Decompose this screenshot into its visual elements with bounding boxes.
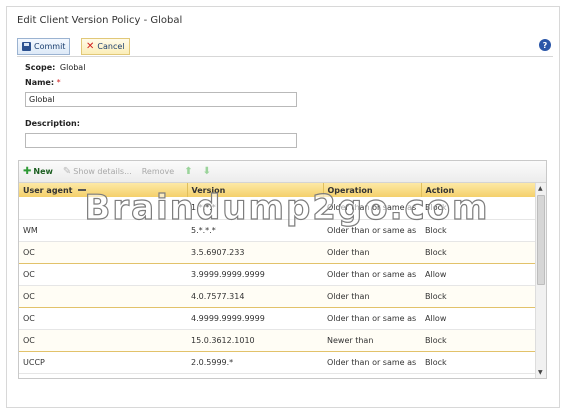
commit-button[interactable]: Commit bbox=[17, 38, 71, 55]
cell-user-agent: OC bbox=[19, 284, 187, 308]
cell-operation: Older than or same as bbox=[323, 197, 421, 220]
commit-label: Commit bbox=[34, 42, 66, 51]
cell-operation: Older than or same as bbox=[323, 351, 421, 374]
remove-button[interactable]: Remove bbox=[142, 167, 174, 176]
pencil-icon: ✎ bbox=[62, 166, 72, 177]
column-header-action[interactable]: Action bbox=[421, 183, 537, 197]
sort-icon bbox=[78, 189, 87, 191]
table-row[interactable]: OC 3.5.6907.233 Older than Block bbox=[19, 240, 536, 264]
cell-action: Block bbox=[421, 197, 536, 220]
scope-label: Scope: bbox=[25, 63, 56, 72]
scroll-up-arrow-icon[interactable]: ▲ bbox=[538, 185, 543, 192]
table-row[interactable]: OC 4.9999.9999.9999 Older than or same a… bbox=[19, 307, 536, 330]
cell-version: 5.*.*.* bbox=[187, 219, 323, 242]
cell-version: 3.5.6907.233 bbox=[187, 240, 323, 264]
cell-operation: Newer than bbox=[323, 328, 421, 352]
cell-action: Block bbox=[421, 219, 536, 242]
new-button[interactable]: ✚ New bbox=[23, 165, 53, 177]
grid-toolbar: ✚ New ✎ Show details... Remove ⬆ ⬇ bbox=[19, 161, 546, 183]
arrow-down-icon: ⬇ bbox=[202, 166, 211, 177]
cell-user-agent: OC bbox=[19, 263, 187, 286]
cell-user-agent bbox=[19, 197, 187, 220]
floppy-disk-icon bbox=[22, 42, 31, 51]
cell-version: 15.0.3612.1010 bbox=[187, 328, 323, 352]
name-label: Name: bbox=[25, 78, 55, 87]
cell-operation: Older than or same as bbox=[323, 263, 421, 286]
cell-action: Allow bbox=[421, 307, 536, 330]
column-header-user-agent[interactable]: User agent bbox=[19, 183, 188, 197]
cell-action: Allow bbox=[421, 263, 536, 286]
scrollbar-thumb[interactable] bbox=[537, 195, 545, 285]
cancel-label: Cancel bbox=[97, 42, 125, 51]
cell-operation: Older than bbox=[323, 240, 421, 264]
table-row[interactable]: OC 3.9999.9999.9999 Older than or same a… bbox=[19, 263, 536, 286]
table-row[interactable]: WM 5.*.*.* Older than or same as Block bbox=[19, 219, 536, 242]
description-label: Description: bbox=[25, 119, 80, 128]
cell-operation: Older than bbox=[323, 284, 421, 308]
table-row[interactable]: 1.*.*.* Older than or same as Block bbox=[19, 197, 536, 220]
table-row[interactable]: OC 15.0.3612.1010 Newer than Block bbox=[19, 328, 536, 352]
cell-version: 3.9999.9999.9999 bbox=[187, 263, 323, 286]
cell-user-agent: OC bbox=[19, 328, 187, 352]
scroll-down-arrow-icon[interactable]: ▼ bbox=[538, 369, 543, 376]
toolbar: Commit ✕ Cancel ? bbox=[17, 37, 553, 57]
cell-operation: Older than or same as bbox=[323, 219, 421, 242]
column-header-operation[interactable]: Operation bbox=[323, 183, 422, 197]
scope-value: Global bbox=[59, 63, 86, 72]
cell-action: Block bbox=[421, 284, 536, 308]
show-details-label: Show details... bbox=[73, 167, 132, 176]
remove-label: Remove bbox=[141, 167, 175, 176]
column-header-version[interactable]: Version bbox=[187, 183, 324, 197]
cell-action: Block bbox=[421, 240, 536, 264]
table-header: User agent Version Operation Action bbox=[19, 183, 537, 197]
vertical-scrollbar[interactable]: ▲ ▼ bbox=[535, 183, 546, 378]
rules-grid: ✚ New ✎ Show details... Remove ⬆ ⬇ User … bbox=[18, 160, 547, 379]
rules-table: User agent Version Operation Action 1.*.… bbox=[19, 183, 537, 374]
x-icon: ✕ bbox=[86, 40, 95, 52]
arrow-up-icon: ⬆ bbox=[184, 166, 193, 177]
table-row[interactable]: UCCP 2.0.5999.* Older than or same as Bl… bbox=[19, 351, 536, 374]
move-up-button[interactable]: ⬆ bbox=[184, 166, 192, 177]
move-down-button[interactable]: ⬇ bbox=[203, 166, 211, 177]
plus-icon: ✚ bbox=[23, 165, 32, 177]
cell-user-agent: UCCP bbox=[19, 351, 187, 374]
description-field[interactable] bbox=[25, 133, 297, 148]
cancel-button[interactable]: ✕ Cancel bbox=[81, 38, 130, 55]
cell-version: 4.9999.9999.9999 bbox=[187, 307, 323, 330]
show-details-button[interactable]: ✎ Show details... bbox=[63, 166, 132, 177]
scope-row: Scope: Global bbox=[25, 63, 85, 72]
required-mark: * bbox=[56, 78, 61, 87]
cell-user-agent: WM bbox=[19, 219, 187, 242]
help-icon[interactable]: ? bbox=[539, 39, 551, 51]
name-label-row: Name: * bbox=[25, 78, 61, 87]
cell-operation: Older than or same as bbox=[323, 307, 421, 330]
window-title: Edit Client Version Policy - Global bbox=[17, 15, 183, 26]
cell-action: Block bbox=[421, 328, 536, 352]
new-label: New bbox=[33, 167, 53, 176]
name-field[interactable]: Global bbox=[25, 92, 297, 107]
cell-version: 1.*.*.* bbox=[187, 197, 323, 220]
cell-user-agent: OC bbox=[19, 307, 187, 330]
table-row[interactable]: OC 4.0.7577.314 Older than Block bbox=[19, 284, 536, 308]
cell-version: 2.0.5999.* bbox=[187, 351, 323, 374]
cell-user-agent: OC bbox=[19, 240, 187, 264]
cell-action: Block bbox=[421, 351, 536, 374]
cell-version: 4.0.7577.314 bbox=[187, 284, 323, 308]
